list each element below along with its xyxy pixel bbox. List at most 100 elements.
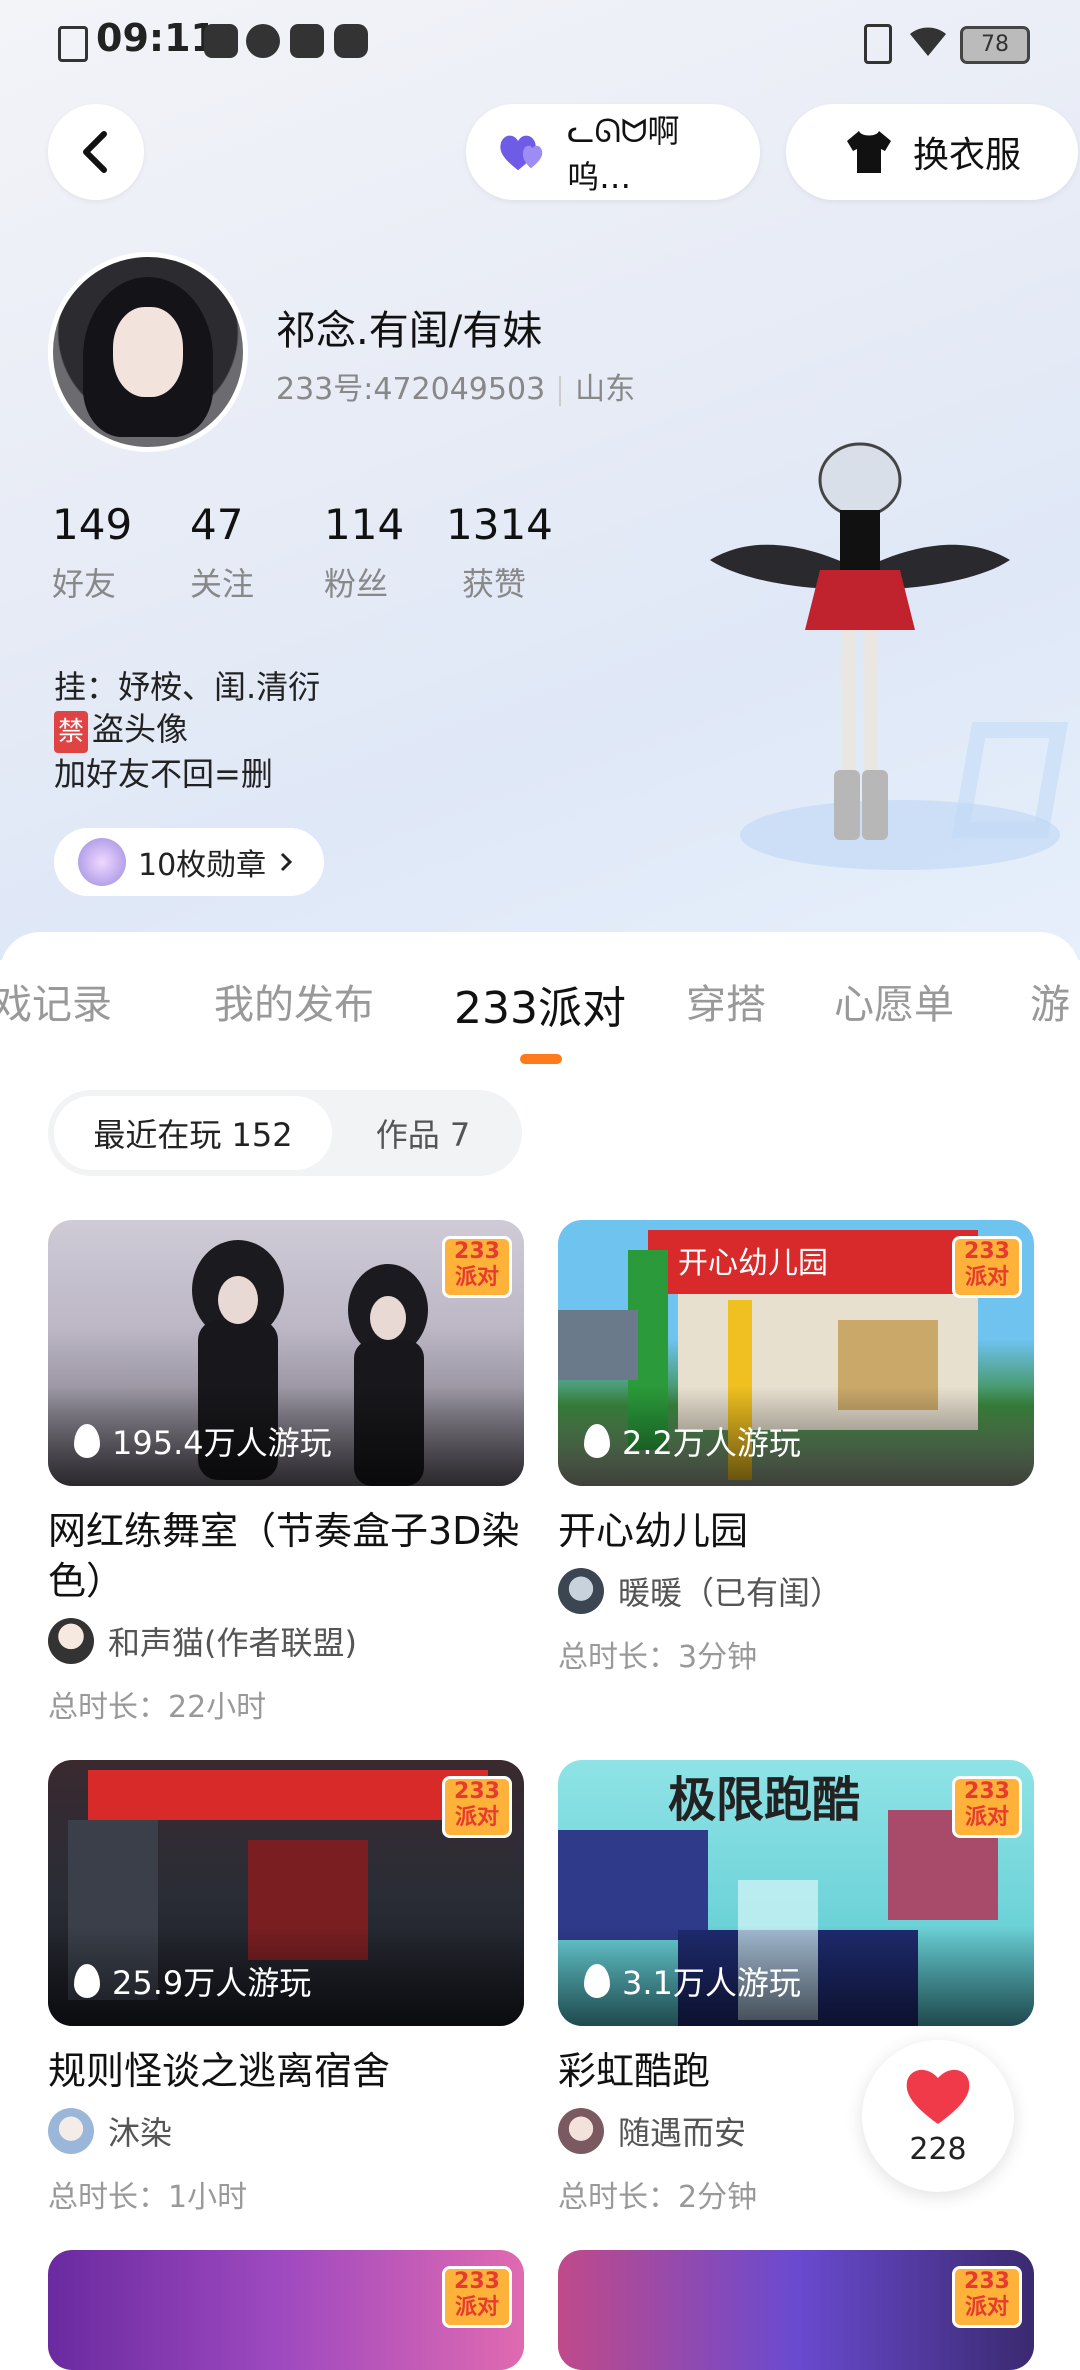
tag-line: 233 <box>964 1779 1010 1804</box>
profile-nickname: 祁念.有闺/有妹 <box>276 308 543 354</box>
game-thumbnail: 极限跑酷 233 派对 3.1万人游玩 <box>558 1760 1034 2026</box>
tag-line: 233 <box>964 1239 1010 1264</box>
medal-icon <box>78 838 126 886</box>
author-name: 暖暖（已有闺） <box>618 1574 843 1612</box>
subtab-works[interactable]: 作品 7 <box>348 1096 498 1170</box>
calendar-notification-icon <box>290 24 324 58</box>
vibrate-icon <box>864 24 892 64</box>
subtab-recent[interactable]: 最近在玩 152 <box>54 1096 332 1170</box>
status-time: 09:11 <box>96 16 217 60</box>
play-count: 25.9万人游玩 <box>74 1958 311 2004</box>
flame-icon <box>74 1964 100 1998</box>
game-card[interactable]: 开心幼儿园 233 派对 2.2万人游玩 开心幼儿园 暖暖（已有闺） 总时长：3分… <box>558 1220 1034 1676</box>
bio-line: 加好友不回=删 <box>54 755 273 793</box>
play-duration: 总时长：22小时 <box>48 1690 267 1725</box>
stat-fans[interactable]: 114 粉丝 <box>324 500 404 605</box>
tag-line: 233 <box>964 2269 1010 2294</box>
like-count: 228 <box>909 2132 967 2167</box>
divider <box>559 375 562 406</box>
stat-label: 好友 <box>52 565 117 603</box>
game-card[interactable]: 233 派对 25.9万人游玩 规则怪谈之逃离宿舍 沐染 总时长：1小时 <box>48 1760 524 2216</box>
tab-233-party[interactable]: 233派对 <box>454 972 626 1032</box>
author-avatar <box>48 1618 94 1664</box>
stat-following[interactable]: 47 关注 <box>190 500 254 605</box>
play-count-text: 25.9万人游玩 <box>112 1964 312 2002</box>
game-title: 规则怪谈之逃离宿舍 <box>48 2049 391 2093</box>
active-tab-indicator <box>520 1054 562 1064</box>
tag-line: 派对 <box>964 2295 1009 2320</box>
avatar-character[interactable] <box>700 440 1020 860</box>
wifi-icon <box>910 27 946 56</box>
tag-line: 派对 <box>454 1265 499 1290</box>
game-author[interactable]: 和声猫(作者联盟) <box>48 1618 524 1664</box>
play-duration: 总时长：1小时 <box>48 2180 248 2215</box>
profile-tabs: 游戏记录 我的发布 233派对 穿搭 心愿单 游 <box>0 972 1080 1032</box>
change-outfit-button[interactable]: 换衣服 <box>786 104 1078 200</box>
tag-line: 派对 <box>454 1805 499 1830</box>
ban-emoji: 禁 <box>54 711 89 753</box>
profile-id: 233号:472049503 <box>276 372 546 407</box>
tshirt-icon <box>846 131 891 173</box>
medals-label: 10枚勋章 <box>138 848 267 883</box>
game-thumbnail[interactable]: 233 派对 <box>558 2250 1034 2370</box>
like-button[interactable]: 228 <box>862 2040 1014 2192</box>
tab-outfits[interactable]: 穿搭 <box>686 972 766 1030</box>
stat-label: 关注 <box>190 565 255 603</box>
play-count: 3.1万人游玩 <box>584 1958 801 2004</box>
play-duration: 总时长：3分钟 <box>558 1640 758 1675</box>
party-233-tag: 233 派对 <box>952 1776 1022 1838</box>
battery-indicator: 78 <box>960 26 1030 64</box>
subtab-switch: 最近在玩 152 作品 7 <box>48 1090 522 1176</box>
chevron-right-icon <box>281 852 293 872</box>
game-author[interactable]: 沐染 <box>48 2108 524 2154</box>
stat-number: 149 <box>52 500 133 549</box>
game-author[interactable]: 暖暖（已有闺） <box>558 1568 1034 1614</box>
tag-line: 233 <box>454 1779 500 1804</box>
tab-my-posts[interactable]: 我的发布 <box>214 972 374 1030</box>
tab-game-records[interactable]: 游戏记录 <box>0 972 112 1030</box>
party-233-tag: 233 派对 <box>952 1236 1022 1298</box>
bio-line: 挂：妤桉、闺.清衍 <box>54 668 321 706</box>
author-avatar <box>558 1568 604 1614</box>
stat-label: 粉丝 <box>324 565 389 603</box>
party-233-tag: 233 派对 <box>442 1776 512 1838</box>
back-button[interactable] <box>48 104 144 200</box>
game-thumbnail: 开心幼儿园 233 派对 2.2万人游玩 <box>558 1220 1034 1486</box>
party-233-tag: 233 派对 <box>442 2266 512 2328</box>
profile-bio: 挂：妤桉、闺.清衍 禁盗头像 加好友不回=删 <box>54 666 320 795</box>
game-thumbnail[interactable]: 233 派对 <box>48 2250 524 2370</box>
app-notification-icon <box>246 24 280 58</box>
tag-line: 派对 <box>964 1265 1009 1290</box>
kindergarten-sign: 开心幼儿园 <box>678 1246 828 1281</box>
avatar[interactable] <box>48 252 248 452</box>
game-title: 网红练舞室（节奏盒子3D染色） <box>48 1509 520 1603</box>
play-count-text: 2.2万人游玩 <box>622 1424 801 1462</box>
game-title: 开心幼儿园 <box>558 1509 749 1553</box>
play-count-text: 3.1万人游玩 <box>622 1964 801 2002</box>
party-233-tag: 233 派对 <box>442 1236 512 1298</box>
tag-line: 233 <box>454 1239 500 1264</box>
chevron-left-icon <box>83 131 107 173</box>
stat-friends[interactable]: 149 好友 <box>52 500 132 605</box>
play-count-text: 195.4万人游玩 <box>112 1424 332 1462</box>
game-thumbnail: 233 派对 25.9万人游玩 <box>48 1760 524 2026</box>
partner-button[interactable]: ᓚᘏᗢ啊呜… <box>466 104 760 200</box>
party-233-tag: 233 派对 <box>952 2266 1022 2328</box>
game-card[interactable]: 233 派对 195.4万人游玩 网红练舞室（节奏盒子3D染色） 和声猫(作者联盟… <box>48 1220 524 1726</box>
tag-line: 233 <box>454 2269 500 2294</box>
medals-button[interactable]: 10枚勋章 <box>54 828 325 896</box>
stat-likes[interactable]: 1314 获赞 <box>446 500 553 605</box>
tab-wishlist[interactable]: 心愿单 <box>834 972 954 1030</box>
flame-icon <box>584 1424 610 1458</box>
change-outfit-label: 换衣服 <box>912 135 1021 176</box>
bio-line: 禁盗头像 <box>54 708 320 753</box>
tab-games[interactable]: 游 <box>1030 972 1070 1030</box>
sim-icon <box>58 26 88 62</box>
author-name: 沐染 <box>108 2114 173 2152</box>
flame-icon <box>74 1424 100 1458</box>
video-notification-icon <box>334 24 368 58</box>
status-bar: 09:11 78 <box>0 0 1080 84</box>
stat-number: 114 <box>324 500 405 549</box>
double-heart-icon <box>500 135 543 171</box>
play-count: 195.4万人游玩 <box>74 1418 332 1464</box>
